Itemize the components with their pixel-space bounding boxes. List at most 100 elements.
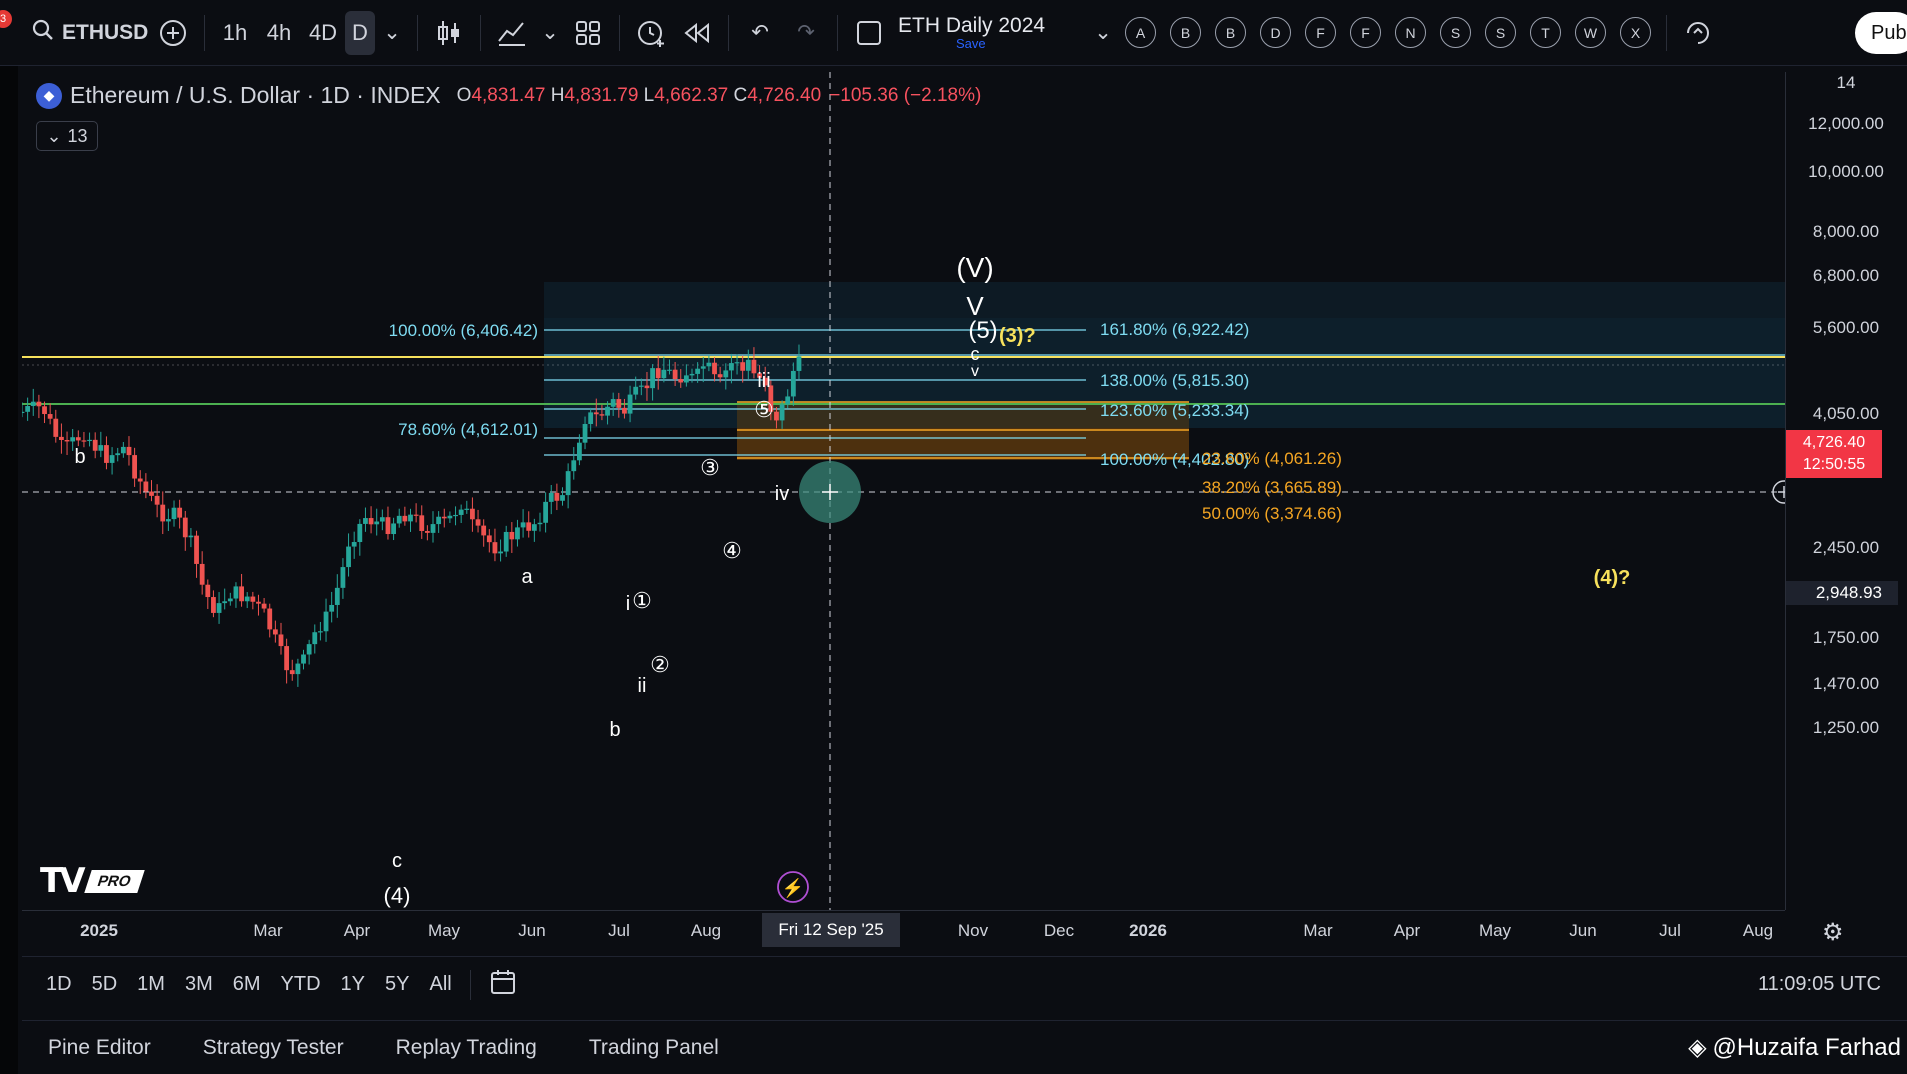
candle-body	[413, 514, 419, 516]
settings-gear-icon[interactable]: ⚙	[1822, 918, 1844, 947]
indicators-toggle[interactable]: ⌄ 13	[36, 121, 98, 151]
candle-body	[740, 362, 746, 371]
candle-body	[661, 369, 667, 379]
wave-label: iii	[757, 370, 770, 392]
redo-icon[interactable]: ↷	[783, 11, 829, 55]
drawing-template-d-button[interactable]: D	[1260, 17, 1291, 48]
range-5y-button[interactable]: 5Y	[385, 973, 409, 996]
candle-body	[132, 455, 138, 479]
tab-pine-editor[interactable]: Pine Editor	[48, 1036, 151, 1060]
candle-body	[554, 492, 560, 501]
crosshair-price-tag: 2,948.93	[1786, 581, 1898, 605]
chevron-down-icon[interactable]: ⌄	[1088, 11, 1118, 55]
candle-body	[678, 379, 684, 383]
range-1m-button[interactable]: 1M	[137, 973, 165, 996]
time-tick: Jul	[608, 921, 630, 940]
candle-body	[571, 460, 577, 472]
timeframe-1h[interactable]: 1h	[213, 11, 257, 55]
drawing-template-s-button[interactable]: S	[1485, 17, 1516, 48]
candle-body	[222, 601, 228, 604]
drawing-template-f-button[interactable]: F	[1350, 17, 1381, 48]
undo-icon[interactable]: ↶	[737, 11, 783, 55]
compare-add-icon[interactable]	[150, 11, 196, 55]
drawing-template-s-button[interactable]: S	[1440, 17, 1471, 48]
drawing-template-a-button[interactable]: A	[1125, 17, 1156, 48]
symbol-search[interactable]: ETHUSD	[0, 11, 150, 55]
drawing-template-w-button[interactable]: W	[1575, 17, 1606, 48]
candle-body	[588, 412, 594, 424]
candle-body	[143, 481, 149, 492]
tab-trading-panel[interactable]: Trading Panel	[589, 1036, 719, 1060]
candle-body	[42, 406, 47, 415]
layout-save-link[interactable]: Save	[956, 36, 986, 51]
range-3m-button[interactable]: 3M	[185, 973, 213, 996]
range-5d-button[interactable]: 5D	[92, 973, 118, 996]
drawing-template-b-button[interactable]: B	[1215, 17, 1246, 48]
candle-body	[120, 446, 126, 454]
layout-grid-icon[interactable]	[565, 11, 611, 55]
drawing-template-x-button[interactable]: X	[1620, 17, 1651, 48]
wave-label: ②	[650, 652, 670, 677]
candle-body	[154, 495, 160, 505]
quick-search-icon[interactable]	[1675, 11, 1721, 55]
candle-body	[109, 455, 115, 463]
timeframe-4h[interactable]: 4h	[257, 11, 301, 55]
fullscreen-square-icon[interactable]	[846, 11, 892, 55]
goto-date-icon[interactable]	[489, 968, 517, 1001]
range-1y-button[interactable]: 1Y	[341, 973, 365, 996]
candle-body	[30, 401, 36, 407]
chevron-down-icon[interactable]: ⌄	[535, 11, 565, 55]
candle-body	[188, 535, 194, 538]
candle-body	[216, 603, 222, 613]
legend-high: 4,831.79	[564, 84, 639, 106]
candle-body	[25, 406, 31, 412]
range-ytd-button[interactable]: YTD	[281, 973, 321, 996]
drawing-template-n-button[interactable]: N	[1395, 17, 1426, 48]
drawing-template-t-button[interactable]: T	[1530, 17, 1561, 48]
range-1d-button[interactable]: 1D	[46, 973, 72, 996]
candle-body	[374, 521, 380, 525]
layout-name[interactable]: ETH Daily 2024 Save	[898, 11, 1088, 55]
timeframe-4d[interactable]: 4D	[301, 11, 345, 55]
replay-lightning-icon: ⚡	[782, 877, 804, 899]
alert-clock-icon[interactable]	[628, 11, 674, 55]
symbol-label: ETHUSD	[62, 20, 149, 44]
symbol-legend: ◆ Ethereum / U.S. Dollar · 1D · INDEX O4…	[36, 82, 981, 109]
utc-clock[interactable]: 11:09:05 UTC	[1758, 973, 1881, 996]
drawing-template-b-button[interactable]: B	[1170, 17, 1201, 48]
time-tick: Mar	[253, 921, 283, 940]
indicator-count: 13	[67, 125, 88, 146]
price-plot[interactable]: 100.00% (6,406.42) 78.60% (4,612.01) 161.8…	[22, 72, 1785, 910]
left-drawing-strip	[0, 66, 18, 1074]
candle-body	[318, 631, 323, 633]
timeframe-d[interactable]: D	[345, 10, 375, 55]
candle-body	[53, 418, 59, 437]
replay-rewind-icon[interactable]	[674, 11, 720, 55]
tab-replay-trading[interactable]: Replay Trading	[396, 1036, 537, 1060]
candle-body	[515, 527, 520, 540]
legend-close: 4,726.40	[747, 84, 822, 106]
publish-button[interactable]: Pub	[1855, 12, 1907, 54]
drawing-template-f-button[interactable]: F	[1305, 17, 1336, 48]
candle-body	[194, 535, 199, 564]
candle-body	[104, 445, 109, 463]
range-all-button[interactable]: All	[429, 973, 451, 996]
chart-pane[interactable]: 100.00% (6,406.42) 78.60% (4,612.01) 161.8…	[22, 72, 1785, 910]
tab-strategy-tester[interactable]: Strategy Tester	[203, 1036, 344, 1060]
candle-body	[796, 356, 802, 371]
search-icon	[32, 19, 54, 47]
chevron-down-icon[interactable]: ⌄	[375, 11, 409, 55]
candles-icon[interactable]	[426, 11, 472, 55]
ethereum-icon: ◆	[36, 82, 62, 109]
time-axis[interactable]: 2025 Mar Apr May Jun Jul Aug Nov Dec 2026 Mar Apr Ma…	[22, 910, 1785, 952]
fib-label: 161.80% (6,922.42)	[1100, 320, 1249, 339]
range-6m-button[interactable]: 6M	[233, 973, 261, 996]
indicators-icon[interactable]	[489, 11, 535, 55]
price-tick: 4,050.00	[1812, 404, 1880, 423]
time-tick: Jul	[1659, 921, 1681, 940]
candle-body	[683, 375, 689, 383]
price-tick: 8,000.00	[1812, 222, 1880, 241]
candle-body	[256, 601, 261, 604]
candle-body	[22, 411, 25, 414]
price-axis[interactable]: 14 12,000.00 10,000.00 8,000.00 6,800.00 5,60…	[1785, 72, 1907, 910]
